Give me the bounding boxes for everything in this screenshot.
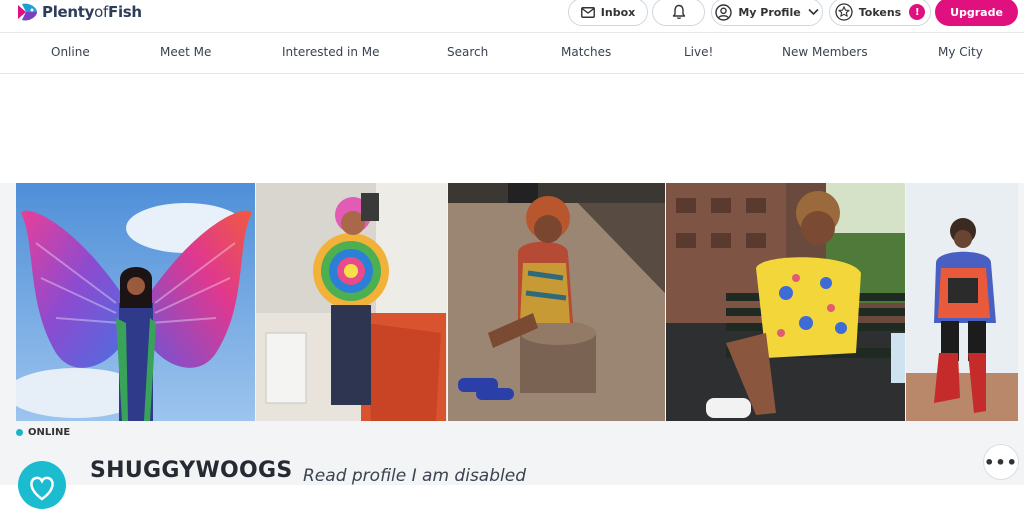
logo-wordmark: PlentyofFish <box>42 3 142 21</box>
plenty-of-fish-logo[interactable]: PlentyofFish <box>16 1 142 23</box>
nav-my-city[interactable]: My City <box>938 45 983 59</box>
nav-matches[interactable]: Matches <box>561 45 611 59</box>
nav-live[interactable]: Live! <box>684 45 713 59</box>
nav-new-members[interactable]: New Members <box>782 45 868 59</box>
fish-logo-icon <box>18 3 37 21</box>
more-icon: ••• <box>984 452 1018 472</box>
profile-photo-3[interactable] <box>448 183 665 421</box>
profile-photo-2[interactable] <box>256 183 447 421</box>
nav-meet-me[interactable]: Meet Me <box>160 45 211 59</box>
profile-photo-5[interactable] <box>906 183 1018 421</box>
tokens-alert-badge: ! <box>909 4 926 20</box>
profile-photo-1[interactable] <box>16 183 255 421</box>
notifications-button[interactable] <box>652 0 705 26</box>
upgrade-button[interactable]: Upgrade <box>935 0 1018 26</box>
online-dot-icon <box>16 429 23 436</box>
nav-interested-in-me[interactable]: Interested in Me <box>282 45 380 59</box>
more-options-button[interactable]: ••• <box>983 444 1019 480</box>
main-nav: Online Meet Me Interested in Me Search M… <box>0 32 1024 74</box>
my-profile-button[interactable]: My Profile <box>711 0 823 26</box>
my-profile-label: My Profile <box>738 5 801 19</box>
profile-tagline: Read profile I am disabled <box>303 466 526 486</box>
nav-online[interactable]: Online <box>51 45 90 59</box>
tokens-label: Tokens <box>858 5 902 19</box>
inbox-label: Inbox <box>600 5 636 19</box>
user-circle-icon <box>715 3 733 21</box>
photo-gallery <box>0 183 1024 421</box>
star-icon <box>835 3 853 21</box>
online-status: ONLINE <box>16 427 70 438</box>
inbox-button[interactable]: Inbox <box>568 0 648 26</box>
heart-icon <box>30 476 54 501</box>
envelope-icon <box>580 6 595 18</box>
profile-photo-4[interactable] <box>666 183 905 421</box>
ad-space <box>0 75 1024 183</box>
profile-username: SHUGGYWOOGS <box>90 458 293 483</box>
tokens-button[interactable]: Tokens ! <box>829 0 931 26</box>
chevron-down-icon <box>808 8 819 16</box>
bell-icon <box>672 4 685 20</box>
online-status-label: ONLINE <box>28 427 71 438</box>
nav-search[interactable]: Search <box>447 45 488 59</box>
avatar[interactable] <box>18 461 66 509</box>
top-header: PlentyofFish Inbox My Profile Tokens ! U… <box>0 0 1024 32</box>
